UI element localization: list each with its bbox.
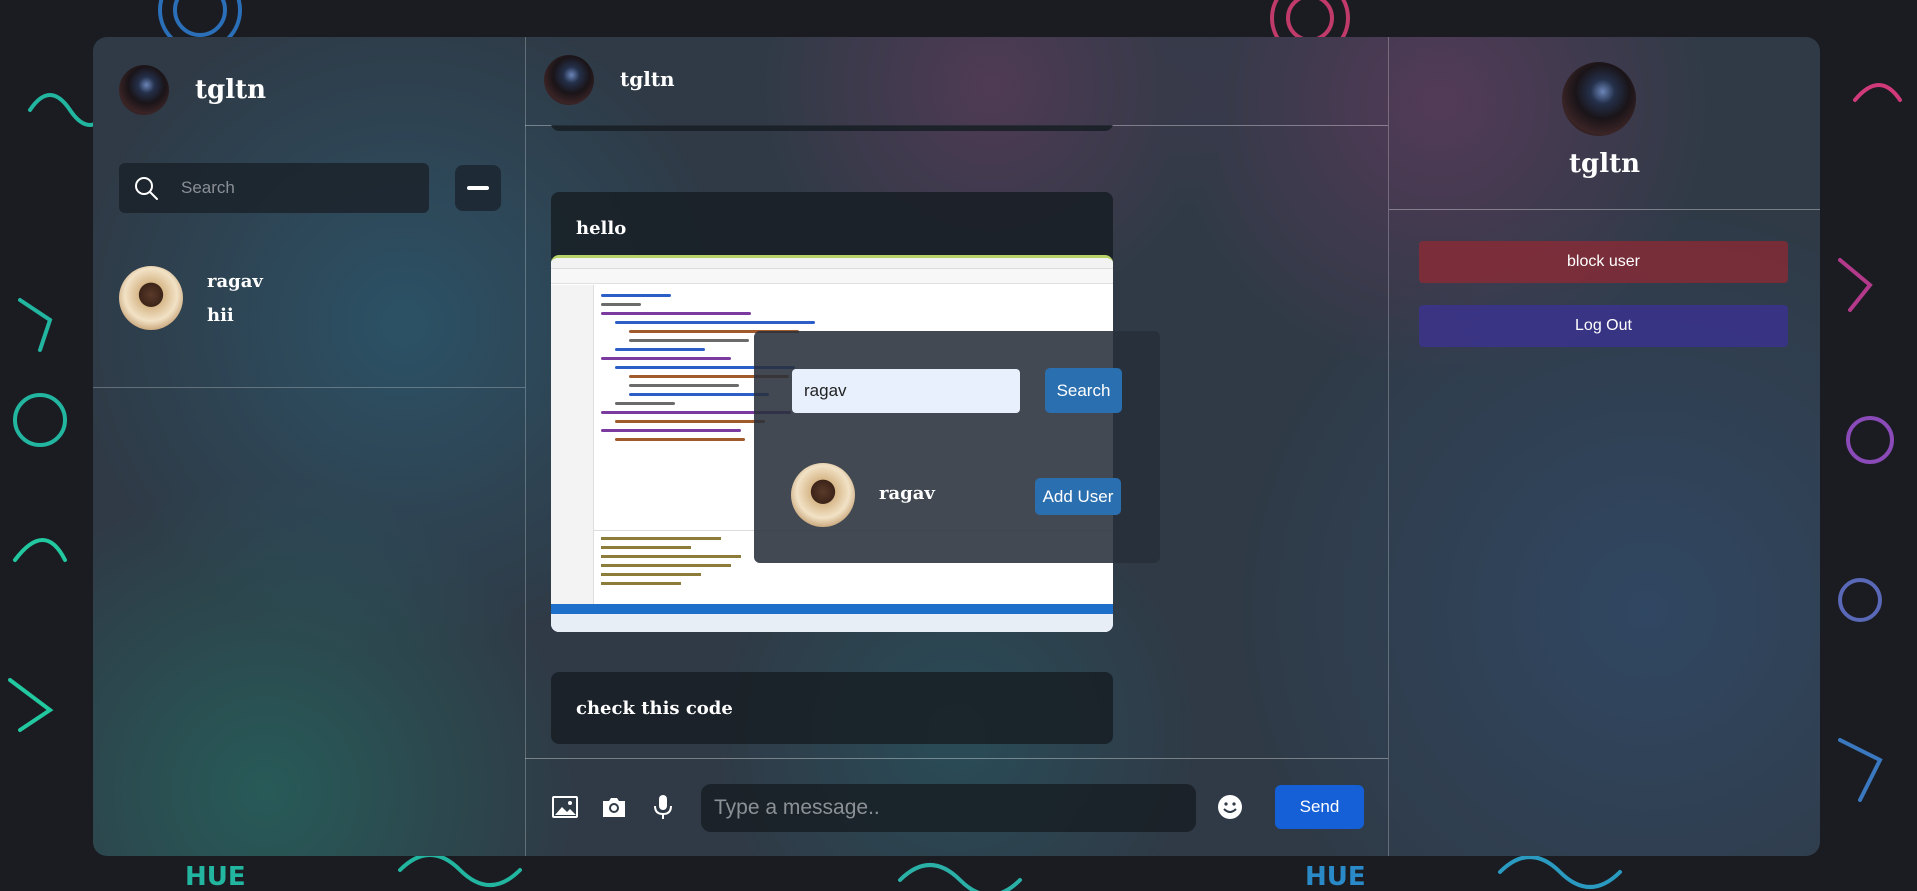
camera-icon[interactable]	[600, 793, 628, 821]
message-text: check this code	[576, 697, 733, 719]
avatar	[1562, 62, 1636, 136]
sidebar-username: tgltn	[195, 75, 266, 105]
microphone-icon[interactable]	[649, 793, 677, 821]
divider	[1389, 209, 1820, 210]
search-input[interactable]	[179, 177, 403, 199]
sidebar-user-header: tgltn	[119, 65, 266, 115]
svg-text:HUE: HUE	[1305, 862, 1366, 891]
add-user-popup: Search ragav Add User	[754, 331, 1160, 563]
message-bubble-partial	[551, 125, 1113, 131]
chat-contact-name: ragav	[207, 271, 263, 292]
image-icon[interactable]	[551, 793, 579, 821]
chat-header: tgltn	[525, 37, 1388, 126]
message-text: hello	[576, 217, 627, 239]
add-user-button[interactable]: Add User	[1035, 478, 1121, 515]
svg-text:HUE: HUE	[185, 862, 246, 891]
collapse-button[interactable]	[455, 165, 501, 211]
user-search-input[interactable]	[792, 369, 1020, 413]
message-bubble: check this code	[551, 672, 1113, 744]
emoji-icon[interactable]	[1216, 793, 1244, 821]
search-result-name: ragav	[879, 483, 935, 504]
search-icon	[135, 177, 158, 200]
profile-username: tgltn	[1569, 149, 1640, 179]
avatar	[119, 266, 183, 330]
minus-icon	[467, 186, 489, 190]
logout-button[interactable]: Log Out	[1419, 305, 1788, 347]
chat-header-name: tgltn	[620, 67, 675, 91]
avatar	[791, 463, 855, 527]
chat-list-item[interactable]: ragav hii	[93, 261, 525, 388]
message-input[interactable]	[701, 784, 1196, 832]
user-search-button[interactable]: Search	[1045, 368, 1122, 413]
block-user-button[interactable]: block user	[1419, 241, 1788, 283]
sidebar: tgltn ragav hii	[93, 37, 526, 856]
search-box	[119, 163, 429, 213]
message-bubble: hello	[551, 192, 1113, 264]
message-composer: Send	[525, 758, 1388, 856]
chat-last-message: hii	[207, 305, 234, 326]
avatar[interactable]	[544, 55, 594, 105]
send-button[interactable]: Send	[1275, 785, 1364, 829]
profile-panel: tgltn block user Log Out	[1389, 37, 1820, 856]
avatar[interactable]	[119, 65, 169, 115]
